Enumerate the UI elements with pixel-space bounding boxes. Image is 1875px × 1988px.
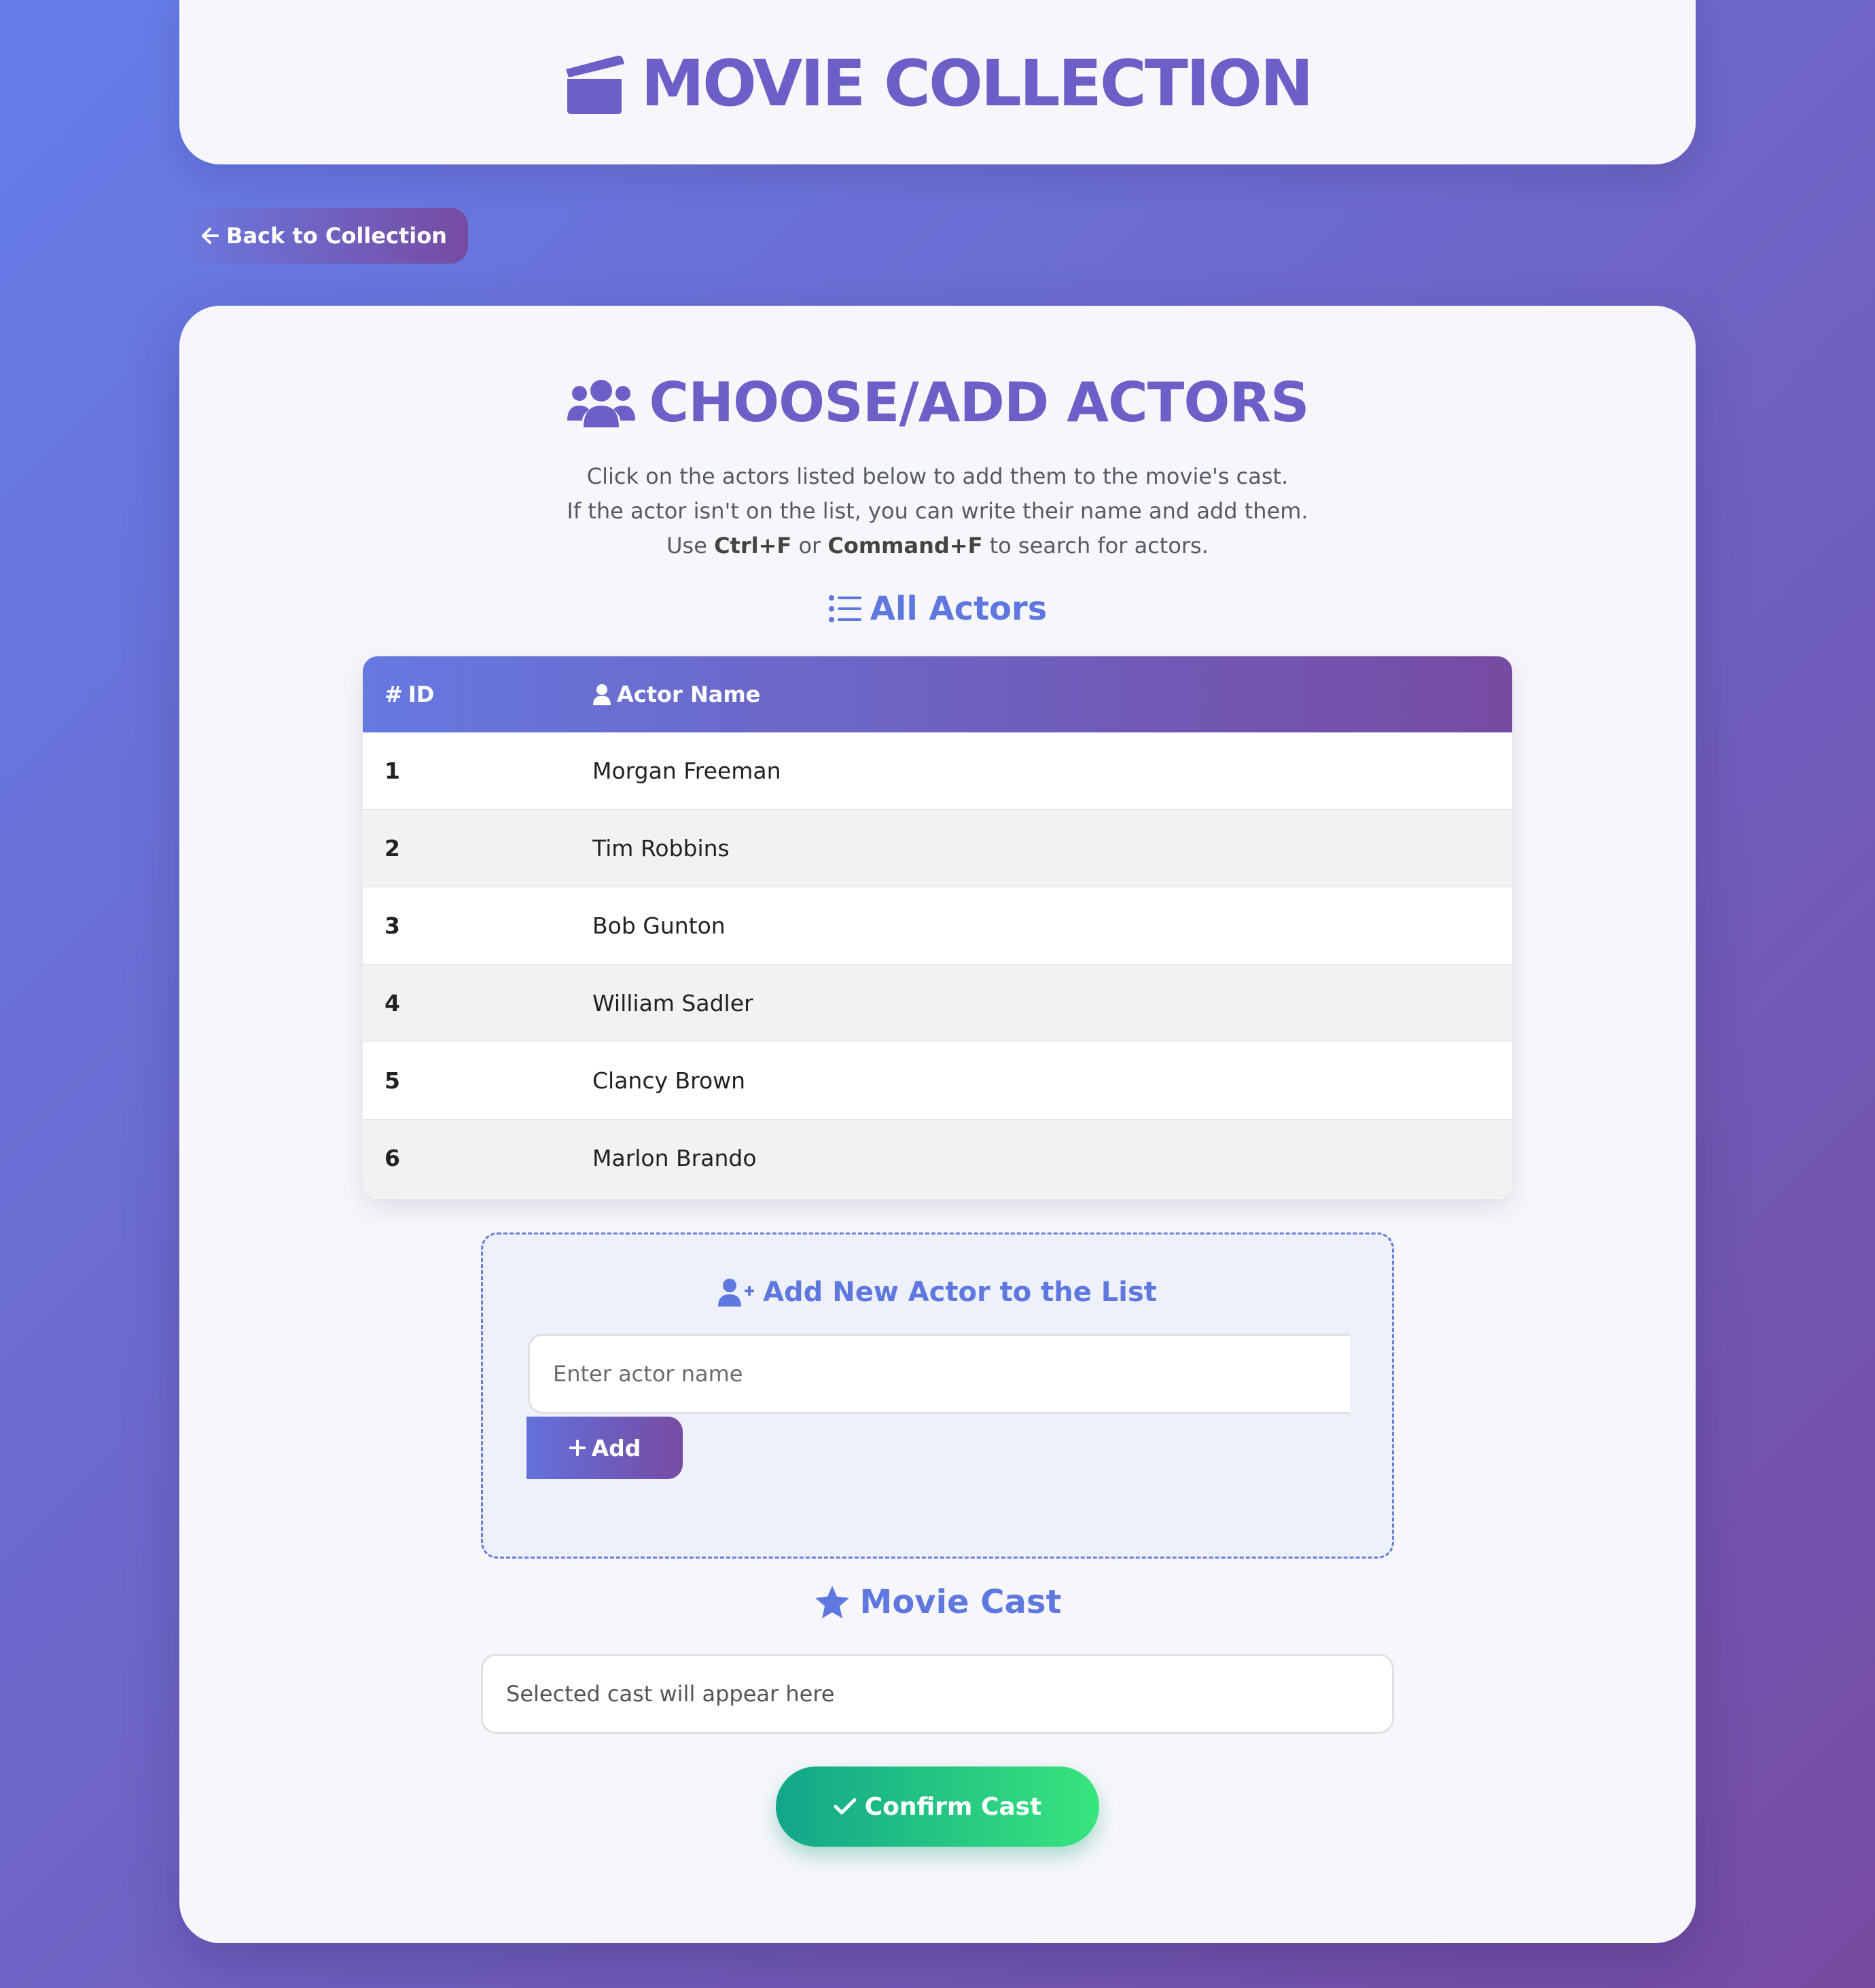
add-actor-button[interactable]: Add [526, 1417, 683, 1479]
plus-icon [569, 1439, 586, 1457]
actor-name: Tim Robbins [592, 835, 730, 862]
all-actors-heading-text: All Actors [870, 590, 1048, 628]
star-icon [814, 1584, 851, 1620]
all-actors-heading: All Actors [179, 590, 1696, 628]
selected-cast-placeholder: Selected cast will appear here [506, 1681, 835, 1707]
app-title-text: MOVIE COLLECTION [641, 47, 1313, 121]
user-icon [592, 684, 611, 705]
table-header: # ID Actor Name [363, 656, 1512, 732]
table-row[interactable]: 3 Bob Gunton [363, 887, 1512, 965]
confirm-cast-button[interactable]: Confirm Cast [776, 1767, 1099, 1847]
actor-name: William Sadler [592, 990, 753, 1016]
instructions: Click on the actors listed below to add … [179, 459, 1696, 563]
hash-symbol: # [385, 681, 403, 707]
actor-id: 2 [385, 835, 400, 862]
instruction-line-2: If the actor isn't on the list, you can … [567, 498, 1308, 524]
actor-id: 3 [385, 912, 400, 939]
section-title: CHOOSE/ADD ACTORS [179, 371, 1696, 434]
table-row[interactable]: 2 Tim Robbins [363, 810, 1512, 887]
actor-id: 5 [385, 1067, 400, 1094]
actor-id: 4 [385, 990, 400, 1016]
table-row[interactable]: 4 William Sadler [363, 965, 1512, 1042]
column-header-id-label: ID [408, 681, 435, 707]
actor-id: 6 [385, 1145, 400, 1171]
movie-cast-heading: Movie Cast [179, 1583, 1696, 1621]
shortcut-command-f: Command+F [827, 533, 983, 558]
users-icon [566, 376, 637, 430]
actor-name: Marlon Brando [592, 1145, 757, 1171]
clapperboard-icon [563, 53, 626, 116]
add-actor-panel: Add New Actor to the List Add [481, 1232, 1394, 1559]
check-icon [834, 1797, 857, 1816]
actor-id: 1 [385, 758, 400, 784]
selected-cast-field[interactable]: Selected cast will appear here [481, 1654, 1394, 1734]
arrow-left-icon [200, 226, 219, 245]
add-button-label: Add [591, 1434, 641, 1461]
list-icon [828, 594, 862, 623]
instruction-line-3: Use Ctrl+F or Command+F to search for ac… [666, 533, 1209, 558]
actor-name: Clancy Brown [592, 1067, 746, 1094]
table-row[interactable]: 6 Marlon Brando [363, 1120, 1512, 1197]
main-card: CHOOSE/ADD ACTORS Click on the actors li… [179, 306, 1696, 1943]
actors-table: # ID Actor Name 1 Morgan Freeman 2 Tim R… [363, 656, 1512, 1199]
back-button-label: Back to Collection [226, 223, 447, 249]
actor-name: Bob Gunton [592, 912, 726, 939]
column-header-name: Actor Name [592, 681, 1512, 707]
table-row[interactable]: 1 Morgan Freeman [363, 732, 1512, 810]
confirm-cast-label: Confirm Cast [864, 1792, 1042, 1821]
section-title-text: CHOOSE/ADD ACTORS [649, 371, 1309, 434]
app-title: MOVIE COLLECTION [563, 47, 1314, 121]
back-to-collection-button[interactable]: Back to Collection [179, 208, 468, 264]
actor-name-input[interactable] [528, 1334, 1350, 1414]
add-actor-heading: Add New Actor to the List [483, 1277, 1392, 1308]
instruction-line-1: Click on the actors listed below to add … [586, 463, 1289, 489]
user-plus-icon [718, 1278, 755, 1307]
movie-cast-heading-text: Movie Cast [859, 1583, 1062, 1621]
table-row[interactable]: 5 Clancy Brown [363, 1042, 1512, 1120]
add-actor-heading-text: Add New Actor to the List [763, 1277, 1157, 1308]
table-body: 1 Morgan Freeman 2 Tim Robbins 3 Bob Gun… [363, 732, 1512, 1197]
column-header-name-label: Actor Name [617, 681, 761, 707]
column-header-id: # ID [363, 681, 592, 707]
actor-name: Morgan Freeman [592, 758, 781, 784]
header-card: MOVIE COLLECTION [179, 0, 1696, 164]
shortcut-ctrl-f: Ctrl+F [714, 533, 792, 558]
